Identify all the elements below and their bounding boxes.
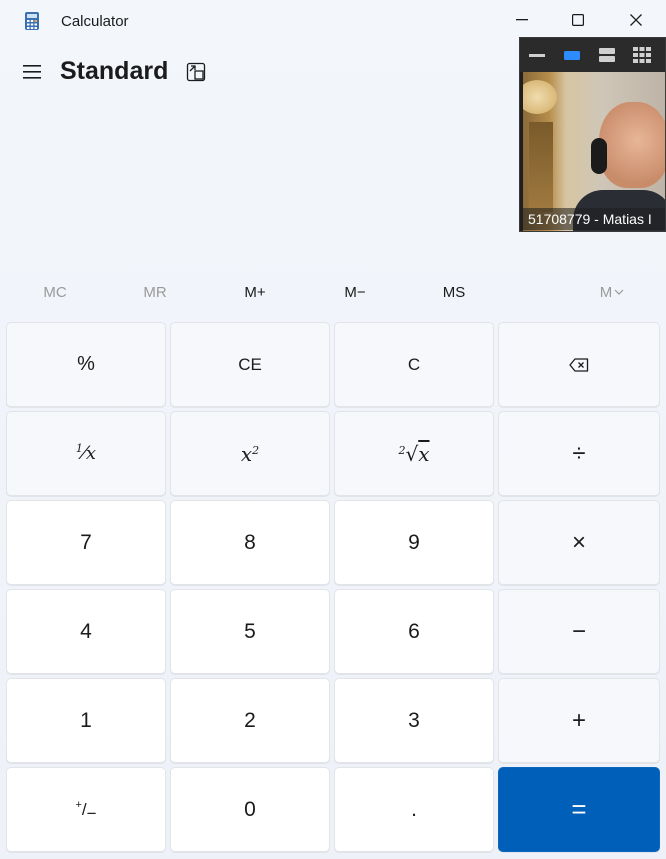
backspace-icon bbox=[569, 357, 589, 372]
maximize-button[interactable] bbox=[550, 0, 606, 40]
minimize-icon bbox=[516, 19, 528, 21]
negate-button[interactable]: +/− bbox=[6, 767, 166, 852]
calculator-mode-title: Standard bbox=[60, 57, 169, 85]
memory-store-button[interactable]: MS bbox=[404, 275, 504, 309]
digit-9-button[interactable]: 9 bbox=[334, 500, 494, 585]
multiply-label: × bbox=[571, 528, 586, 556]
speaker-view-button[interactable] bbox=[560, 46, 584, 64]
clear-entry-label: CE bbox=[238, 354, 262, 374]
title-bar[interactable]: Calculator bbox=[0, 0, 666, 42]
percent-button[interactable]: % bbox=[6, 322, 166, 407]
reciprocal-button[interactable]: 1⁄x bbox=[6, 411, 166, 496]
calculator-window: Calculator Standard 51708779 - Matias I … bbox=[0, 0, 666, 859]
divide-button[interactable]: ÷ bbox=[498, 411, 660, 496]
memory-clear-button[interactable]: MC bbox=[5, 275, 105, 309]
equals-button[interactable]: = bbox=[498, 767, 660, 852]
minimize-video-button[interactable] bbox=[525, 46, 549, 64]
digit-3-button[interactable]: 3 bbox=[334, 678, 494, 763]
backspace-button[interactable] bbox=[498, 322, 660, 407]
digit-7-button[interactable]: 7 bbox=[6, 500, 166, 585]
digit-4-button[interactable]: 4 bbox=[6, 589, 166, 674]
digit-8-label: 8 bbox=[244, 530, 256, 554]
equals-label: = bbox=[571, 794, 587, 824]
speaker-view-icon bbox=[564, 51, 580, 60]
multiply-button[interactable]: × bbox=[498, 500, 660, 585]
maximize-icon bbox=[572, 14, 584, 26]
digit-0-label: 0 bbox=[244, 797, 256, 821]
digit-6-label: 6 bbox=[408, 619, 420, 643]
add-button[interactable]: + bbox=[498, 678, 660, 763]
gallery-view-icon bbox=[633, 47, 651, 63]
square-root-label: 2√x bbox=[398, 441, 430, 466]
participant-name-label: 51708779 - Matias I bbox=[523, 208, 665, 230]
hamburger-menu-icon bbox=[23, 65, 41, 79]
keep-on-top-icon bbox=[186, 62, 206, 82]
decimal-label: . bbox=[411, 797, 417, 821]
subtract-button[interactable]: − bbox=[498, 589, 660, 674]
navigation-menu-button[interactable] bbox=[18, 58, 46, 86]
window-title: Calculator bbox=[61, 13, 129, 30]
keep-on-top-button[interactable] bbox=[184, 60, 208, 84]
add-label: + bbox=[571, 706, 586, 734]
square-button[interactable]: x2 bbox=[170, 411, 330, 496]
clear-entry-button[interactable]: CE bbox=[170, 322, 330, 407]
memory-list-label: M bbox=[599, 283, 613, 301]
memory-subtract-button[interactable]: M− bbox=[305, 275, 405, 309]
digit-8-button[interactable]: 8 bbox=[170, 500, 330, 585]
digit-3-label: 3 bbox=[408, 708, 420, 732]
percent-label: % bbox=[77, 353, 95, 375]
split-view-button[interactable] bbox=[595, 46, 619, 64]
close-button[interactable] bbox=[608, 0, 664, 40]
video-call-overlay[interactable]: 51708779 - Matias I bbox=[519, 37, 666, 232]
video-toolbar bbox=[520, 38, 665, 72]
digit-6-button[interactable]: 6 bbox=[334, 589, 494, 674]
digit-0-button[interactable]: 0 bbox=[170, 767, 330, 852]
divide-label: ÷ bbox=[572, 439, 586, 467]
minimize-button[interactable] bbox=[494, 0, 550, 40]
decimal-button[interactable]: . bbox=[334, 767, 494, 852]
minimize-video-icon bbox=[529, 54, 545, 57]
chevron-down-icon bbox=[614, 289, 624, 295]
digit-2-button[interactable]: 2 bbox=[170, 678, 330, 763]
digit-5-label: 5 bbox=[244, 619, 256, 643]
memory-row: MC MR M+ M− MS M bbox=[0, 275, 666, 309]
digit-1-button[interactable]: 1 bbox=[6, 678, 166, 763]
negate-label: +/− bbox=[75, 798, 97, 823]
clear-label: C bbox=[407, 354, 421, 374]
memory-add-button[interactable]: M+ bbox=[205, 275, 305, 309]
split-view-icon bbox=[599, 48, 615, 62]
square-root-button[interactable]: 2√x bbox=[334, 411, 494, 496]
digit-1-label: 1 bbox=[80, 708, 92, 732]
digit-7-label: 7 bbox=[80, 530, 92, 554]
calculator-app-icon bbox=[24, 12, 40, 30]
gallery-view-button[interactable] bbox=[630, 46, 654, 64]
digit-5-button[interactable]: 5 bbox=[170, 589, 330, 674]
memory-recall-button[interactable]: MR bbox=[105, 275, 205, 309]
memory-list-button[interactable]: M bbox=[562, 275, 662, 309]
digit-4-label: 4 bbox=[80, 619, 92, 643]
clear-button[interactable]: C bbox=[334, 322, 494, 407]
square-label: x2 bbox=[240, 441, 260, 466]
digit-9-label: 9 bbox=[408, 530, 420, 554]
reciprocal-label: 1⁄x bbox=[75, 442, 97, 464]
close-icon bbox=[630, 14, 642, 26]
digit-2-label: 2 bbox=[244, 708, 256, 732]
subtract-label: − bbox=[571, 617, 586, 645]
